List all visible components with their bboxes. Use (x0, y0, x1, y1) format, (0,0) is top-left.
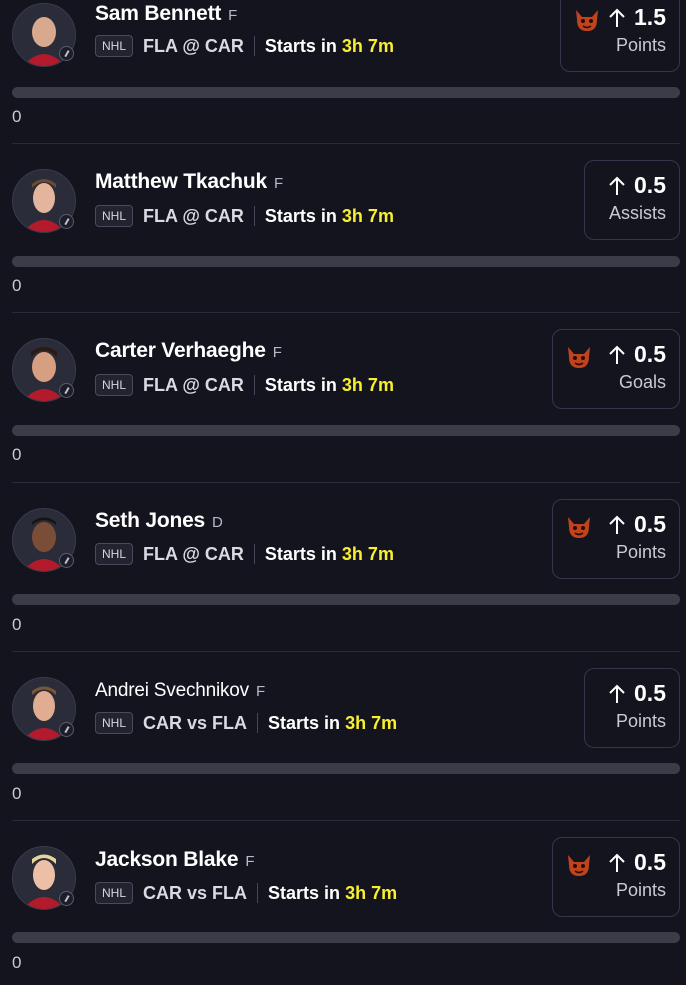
countdown: 3h 7m (345, 712, 398, 733)
matchup: FLA @ CAR (143, 374, 244, 395)
prop-card[interactable]: Jackson Blake F NHL CAR vs FLA Starts in… (0, 816, 686, 985)
divider (253, 375, 255, 395)
pick-button[interactable]: 0.5 Points (552, 499, 680, 579)
league-badge: NHL (95, 205, 134, 227)
prop-card[interactable]: Carter Verhaeghe F NHL FLA @ CAR Starts … (0, 308, 686, 477)
prop-card[interactable]: Sam Bennett F NHL FLA @ CAR Starts in 3h… (0, 0, 686, 139)
starts-label: Starts in (268, 712, 341, 733)
arrow-up-icon (609, 684, 625, 703)
hockey-stick-icon (59, 553, 74, 568)
divider (253, 206, 255, 226)
countdown: 3h 7m (341, 543, 394, 564)
player-position: F (228, 7, 238, 24)
divider (257, 713, 259, 733)
player-name: Andrei Svechnikov (95, 680, 249, 701)
player-name: Jackson Blake (95, 848, 239, 871)
player-name: Seth Jones (95, 509, 206, 532)
line-value: 0.5 (634, 511, 666, 537)
league-badge: NHL (95, 712, 134, 734)
matchup: FLA @ CAR (143, 205, 244, 226)
hockey-stick-icon (59, 891, 74, 906)
arrow-up-icon (609, 853, 625, 872)
prop-card[interactable]: Seth Jones D NHL FLA @ CAR Starts in 3h … (0, 478, 686, 647)
pick-button[interactable]: 0.5 Goals (552, 329, 680, 409)
starts-label: Starts in (264, 374, 337, 395)
demon-icon (568, 347, 590, 368)
divider (253, 544, 255, 564)
stat-type: Points (615, 542, 666, 562)
matchup: FLA @ CAR (143, 35, 244, 56)
line-value: 0.5 (634, 172, 666, 198)
divider (257, 883, 259, 903)
stat-type: Goals (618, 372, 666, 392)
stat-type: Points (615, 711, 666, 731)
progress-value: 0 (12, 276, 22, 295)
player-name: Sam Bennett (95, 2, 222, 25)
progress-bar (12, 425, 680, 436)
progress-value: 0 (12, 107, 22, 126)
countdown: 3h 7m (345, 882, 398, 903)
progress-bar (12, 87, 680, 98)
player-position: F (274, 175, 284, 192)
divider (253, 36, 255, 56)
hockey-stick-icon (59, 722, 74, 737)
stat-type: Assists (608, 203, 666, 223)
player-position: D (212, 514, 223, 531)
league-badge: NHL (95, 543, 134, 565)
progress-value: 0 (12, 615, 22, 634)
hockey-stick-icon (59, 46, 74, 61)
stat-type: Points (615, 35, 666, 55)
progress-bar (12, 594, 680, 605)
countdown: 3h 7m (341, 205, 394, 226)
league-badge: NHL (95, 374, 134, 396)
pick-button[interactable]: 0.5 Points (584, 668, 680, 748)
player-position: F (245, 853, 255, 870)
starts-label: Starts in (264, 543, 337, 564)
demon-icon (568, 855, 590, 876)
line-value: 0.5 (634, 849, 666, 875)
demon-icon (576, 10, 598, 31)
pick-button[interactable]: 1.5 Points (560, 0, 680, 72)
prop-card[interactable]: Matthew Tkachuk F NHL FLA @ CAR Starts i… (0, 139, 686, 308)
starts-label: Starts in (268, 882, 341, 903)
matchup: CAR vs FLA (143, 882, 248, 903)
progress-value: 0 (12, 953, 22, 972)
hockey-stick-icon (59, 214, 74, 229)
progress-bar (12, 932, 680, 943)
countdown: 3h 7m (341, 374, 394, 395)
line-value: 0.5 (634, 680, 666, 706)
player-position: F (272, 344, 282, 361)
league-badge: NHL (95, 35, 134, 57)
line-value: 1.5 (634, 4, 666, 30)
matchup: FLA @ CAR (143, 543, 244, 564)
demon-icon (568, 517, 590, 538)
arrow-up-icon (609, 8, 625, 27)
player-name: Matthew Tkachuk (95, 170, 268, 193)
player-position: F (255, 683, 266, 700)
progress-bar (12, 256, 680, 267)
matchup: CAR vs FLA (143, 712, 248, 733)
arrow-up-icon (609, 176, 625, 195)
arrow-up-icon (609, 345, 625, 364)
progress-bar (12, 763, 680, 774)
player-name: Carter Verhaeghe (95, 339, 266, 362)
starts-label: Starts in (264, 205, 337, 226)
arrow-up-icon (609, 515, 625, 534)
stat-type: Points (615, 880, 666, 900)
line-value: 0.5 (634, 341, 666, 367)
hockey-stick-icon (59, 383, 74, 398)
prop-card[interactable]: Andrei Svechnikov F NHL CAR vs FLA Start… (0, 647, 686, 816)
countdown: 3h 7m (341, 35, 394, 56)
starts-label: Starts in (264, 35, 337, 56)
league-badge: NHL (95, 882, 134, 904)
pick-button[interactable]: 0.5 Points (552, 837, 680, 917)
progress-value: 0 (12, 784, 22, 803)
progress-value: 0 (12, 445, 22, 464)
pick-button[interactable]: 0.5 Assists (584, 160, 680, 240)
